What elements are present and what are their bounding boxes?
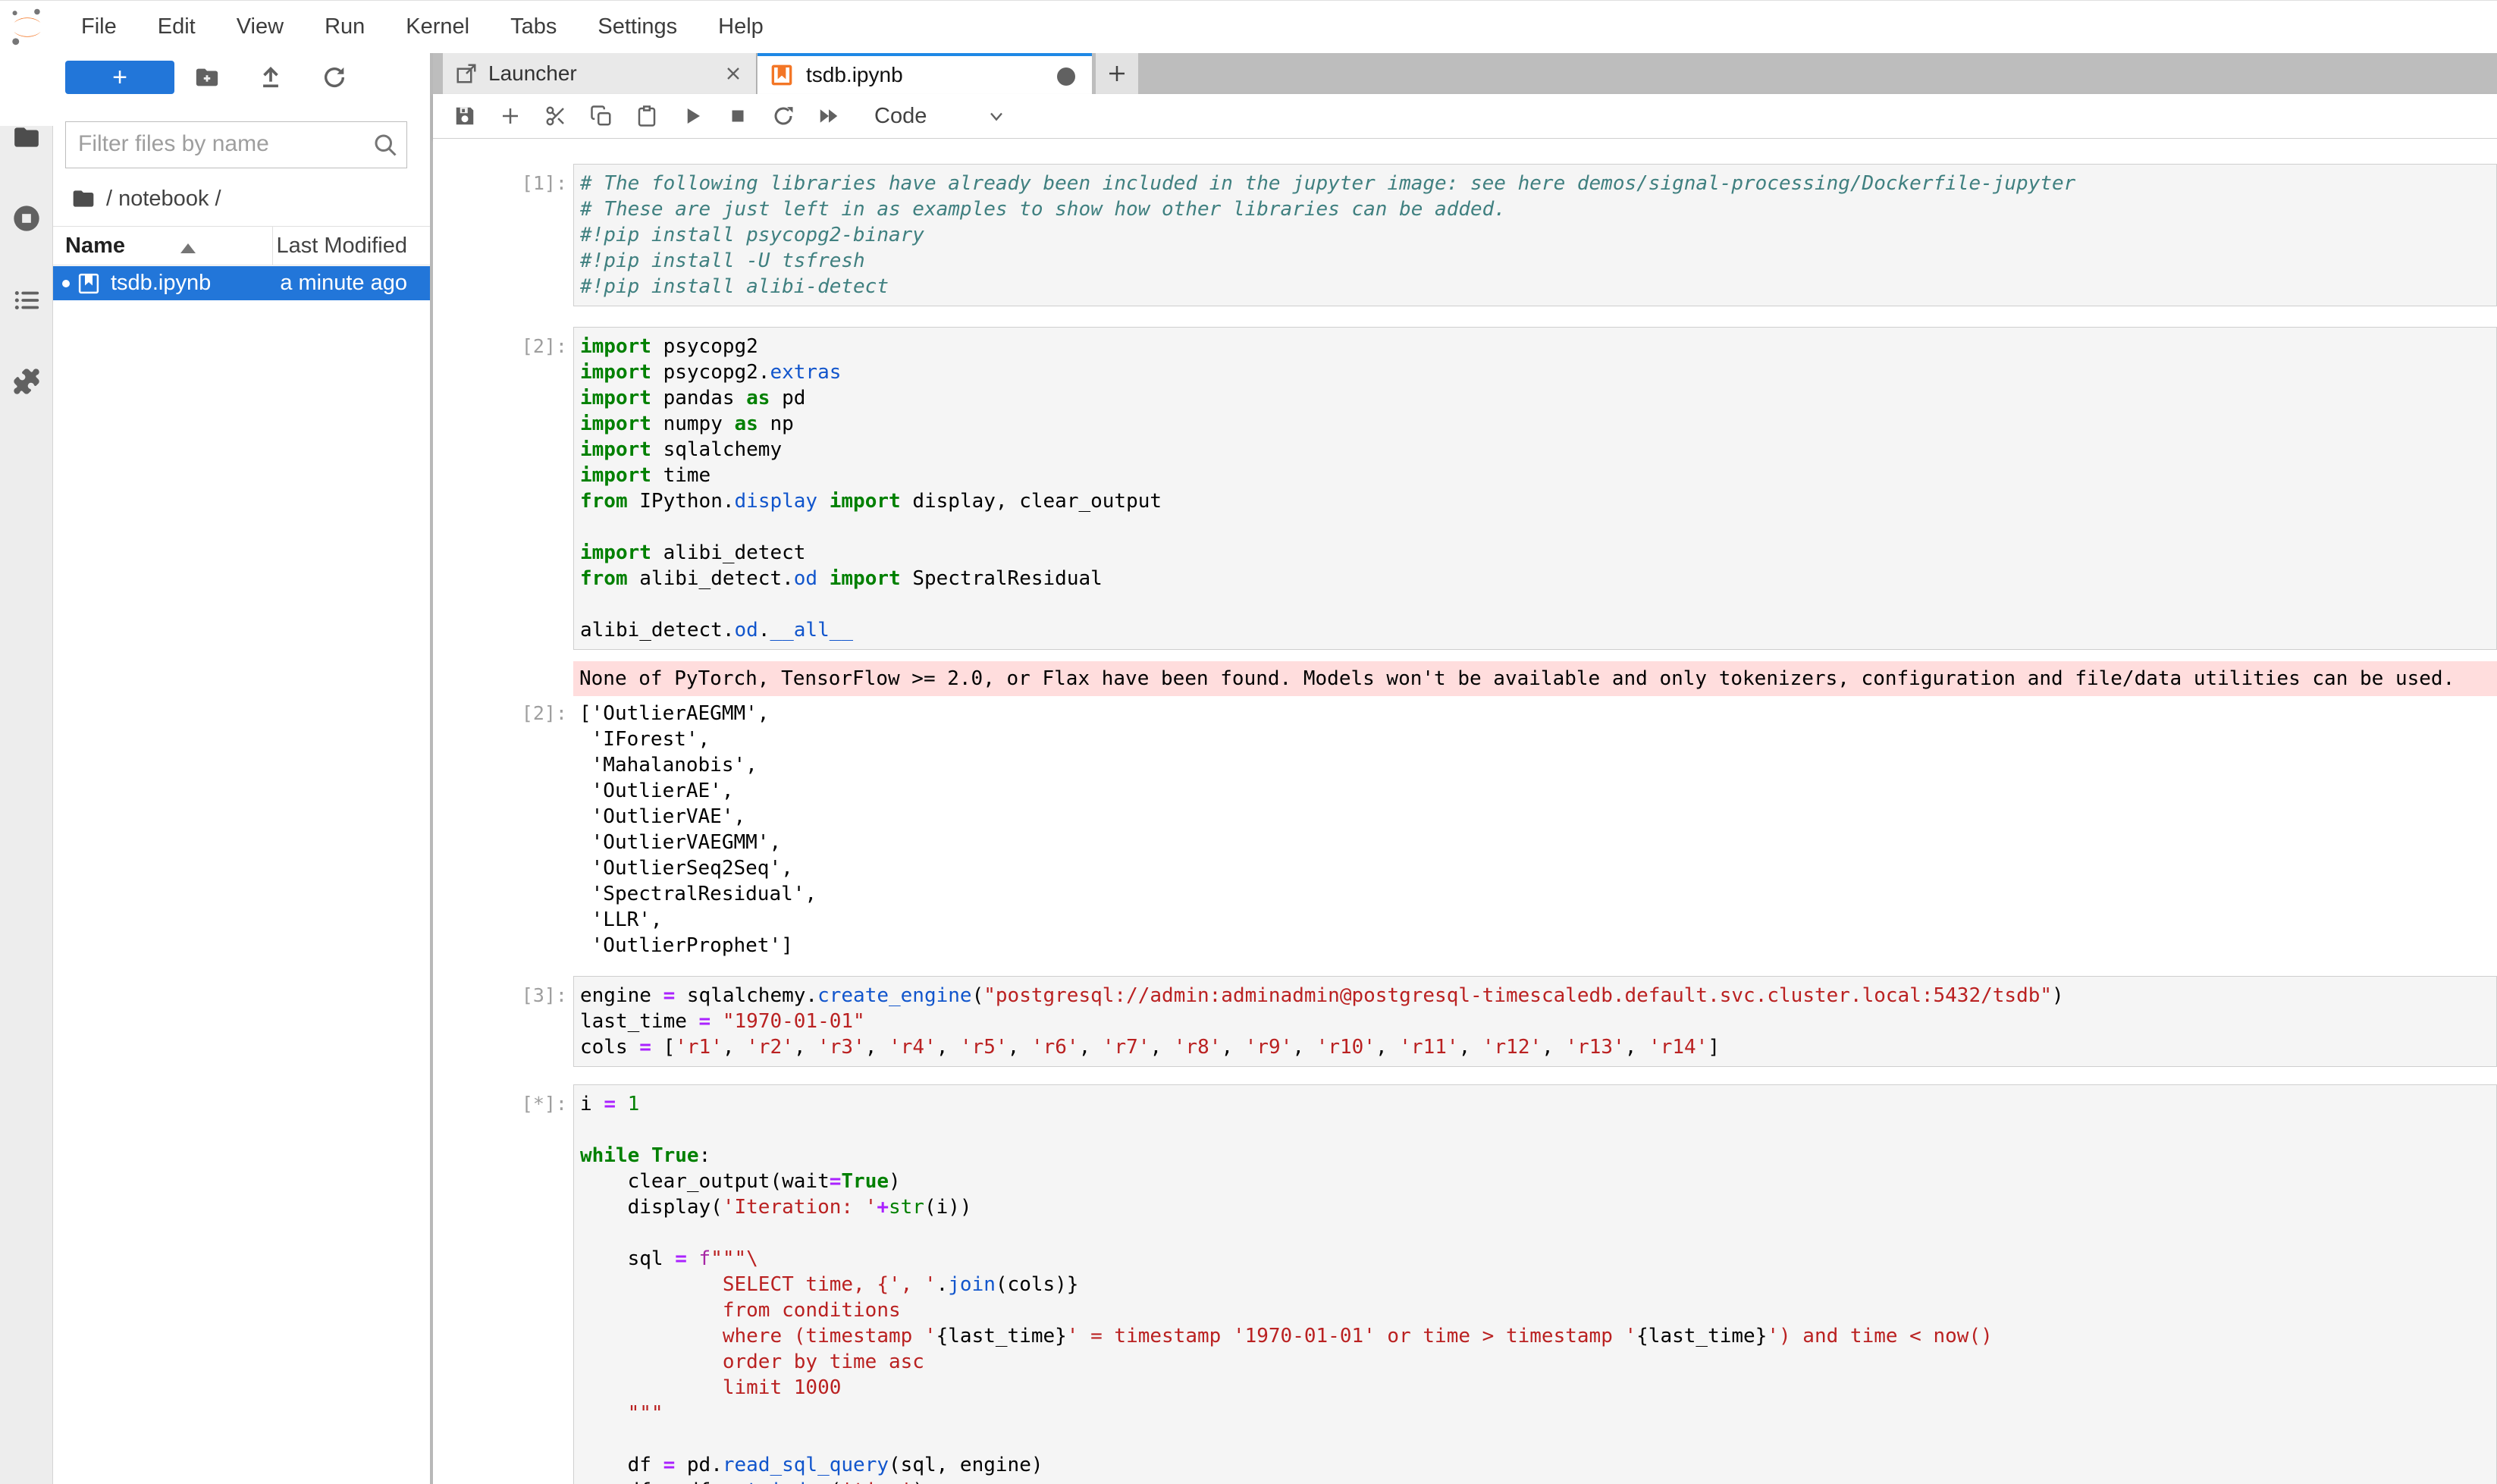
new-tab-button[interactable] bbox=[1096, 53, 1138, 94]
sort-ascending-icon bbox=[180, 243, 196, 253]
cut-cells-button[interactable] bbox=[542, 102, 569, 130]
active-sidebar-slot bbox=[0, 53, 53, 126]
insert-cell-button[interactable] bbox=[497, 102, 524, 130]
stderr-output: None of PyTorch, TensorFlow >= 2.0, or F… bbox=[573, 661, 2497, 696]
tab-bar: Launcher tsdb.ipynb bbox=[433, 53, 2497, 94]
file-modified: a minute ago bbox=[280, 271, 407, 296]
run-icon bbox=[681, 105, 704, 127]
add-cell-icon bbox=[499, 105, 522, 127]
new-folder-icon bbox=[194, 64, 220, 90]
code-editor-1: # The following libraries have already b… bbox=[580, 171, 2496, 300]
chevron-down-icon[interactable] bbox=[986, 105, 1007, 127]
breadcrumb[interactable]: / notebook / bbox=[71, 184, 221, 214]
code-cell-3[interactable]: engine = sqlalchemy.create_engine("postg… bbox=[573, 976, 2497, 1067]
file-filter-box bbox=[65, 121, 407, 168]
tab-launcher-label: Launcher bbox=[488, 61, 577, 86]
menu-tabs[interactable]: Tabs bbox=[490, 14, 577, 39]
upload-button[interactable] bbox=[256, 62, 286, 93]
unsaved-changes-icon bbox=[1057, 67, 1075, 86]
menu-file[interactable]: File bbox=[61, 14, 137, 39]
copy-icon bbox=[590, 105, 613, 127]
column-divider bbox=[272, 227, 273, 265]
column-header-name[interactable]: Name bbox=[65, 234, 125, 259]
code-cell-1[interactable]: # The following libraries have already b… bbox=[573, 164, 2497, 306]
folder-icon bbox=[12, 123, 41, 152]
tab-tsdb-label: tsdb.ipynb bbox=[806, 63, 903, 87]
breadcrumb-path: / notebook / bbox=[106, 187, 221, 212]
execute-result-output: ['OutlierAEGMM', 'IForest', 'Mahalanobis… bbox=[579, 701, 817, 958]
new-folder-button[interactable] bbox=[192, 62, 222, 93]
paste-icon bbox=[635, 105, 658, 127]
input-prompt-4: [*]: bbox=[433, 1084, 567, 1117]
restart-icon bbox=[772, 105, 795, 127]
code-editor-4: i = 1while True: clear_output(wait=True)… bbox=[580, 1091, 2496, 1484]
search-icon bbox=[372, 131, 399, 158]
tab-launcher[interactable]: Launcher bbox=[443, 53, 757, 94]
menu-edit[interactable]: Edit bbox=[137, 14, 216, 39]
restart-kernel-button[interactable] bbox=[770, 102, 797, 130]
notebook-tab-icon bbox=[770, 62, 794, 88]
run-cell-button[interactable] bbox=[679, 102, 706, 130]
puzzle-icon bbox=[11, 366, 42, 397]
file-browser-panel: + / notebook / Name bbox=[53, 53, 430, 1484]
code-editor-2: import psycopg2import psycopg2.extrasimp… bbox=[580, 334, 2496, 643]
close-icon[interactable] bbox=[723, 63, 744, 84]
code-editor-3: engine = sqlalchemy.create_engine("postg… bbox=[580, 983, 2496, 1060]
code-cell-4[interactable]: i = 1while True: clear_output(wait=True)… bbox=[573, 1084, 2497, 1484]
plus-icon bbox=[1106, 62, 1128, 85]
file-list-header: Name Last Modified bbox=[53, 226, 430, 265]
list-icon bbox=[12, 286, 41, 315]
cut-icon bbox=[544, 105, 567, 127]
file-filter-input[interactable] bbox=[78, 122, 359, 166]
notebook-scroll-area[interactable]: [1]: # The following libraries have alre… bbox=[433, 139, 2497, 1484]
tab-tsdb-notebook[interactable]: tsdb.ipynb bbox=[758, 53, 1092, 94]
menu-kernel[interactable]: Kernel bbox=[385, 14, 490, 39]
interrupt-kernel-button[interactable] bbox=[724, 102, 751, 130]
stop-icon bbox=[726, 105, 749, 127]
notebook-file-icon bbox=[77, 271, 100, 296]
extensions-tab[interactable] bbox=[0, 362, 53, 400]
table-of-contents-tab[interactable] bbox=[0, 281, 53, 319]
notebook-toolbar: Code bbox=[433, 94, 2497, 139]
file-name: tsdb.ipynb bbox=[111, 271, 211, 296]
refresh-button[interactable] bbox=[319, 62, 350, 93]
home-folder-icon bbox=[71, 187, 96, 211]
paste-cells-button[interactable] bbox=[633, 102, 660, 130]
run-all-icon bbox=[817, 105, 840, 127]
main-area: Launcher tsdb.ipynb bbox=[433, 53, 2497, 1484]
launcher-icon bbox=[455, 62, 478, 85]
running-kernels-tab[interactable] bbox=[0, 199, 53, 237]
menu-view[interactable]: View bbox=[216, 14, 304, 39]
activity-bar bbox=[0, 53, 53, 1484]
menu-run[interactable]: Run bbox=[304, 14, 385, 39]
save-button[interactable] bbox=[451, 102, 478, 130]
upload-icon bbox=[258, 64, 284, 90]
restart-run-all-button[interactable] bbox=[815, 102, 842, 130]
save-icon bbox=[453, 105, 476, 127]
file-row-tsdb[interactable]: tsdb.ipynb a minute ago bbox=[53, 266, 430, 300]
input-prompt-2: [2]: bbox=[433, 327, 567, 359]
cell-type-select[interactable]: Code bbox=[874, 104, 927, 129]
code-cell-2[interactable]: import psycopg2import psycopg2.extrasimp… bbox=[573, 327, 2497, 650]
stop-circle-icon bbox=[11, 203, 42, 234]
column-header-modified[interactable]: Last Modified bbox=[277, 234, 408, 259]
new-launcher-button[interactable]: + bbox=[65, 61, 174, 94]
running-dot-icon bbox=[62, 280, 70, 287]
menu-settings[interactable]: Settings bbox=[577, 14, 698, 39]
jupyter-logo-icon bbox=[8, 7, 47, 48]
output-prompt-2: [2]: bbox=[433, 701, 567, 726]
input-prompt-3: [3]: bbox=[433, 976, 567, 1009]
file-browser-tab[interactable] bbox=[0, 118, 53, 156]
menu-help[interactable]: Help bbox=[698, 14, 784, 39]
main-menu: File Edit View Run Kernel Tabs Settings … bbox=[61, 14, 784, 39]
menu-bar: File Edit View Run Kernel Tabs Settings … bbox=[0, 0, 2497, 53]
refresh-icon bbox=[322, 64, 347, 90]
input-prompt-1: [1]: bbox=[433, 164, 567, 196]
copy-cells-button[interactable] bbox=[588, 102, 615, 130]
